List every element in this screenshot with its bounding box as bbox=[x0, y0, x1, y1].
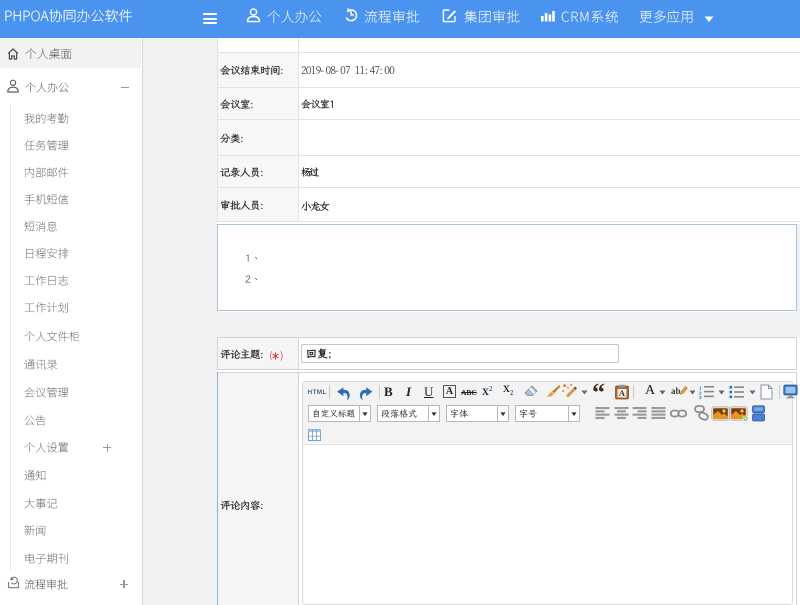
svg-text:A: A bbox=[619, 388, 626, 398]
svg-text:3: 3 bbox=[699, 395, 702, 399]
svg-text:ab: ab bbox=[671, 386, 681, 396]
